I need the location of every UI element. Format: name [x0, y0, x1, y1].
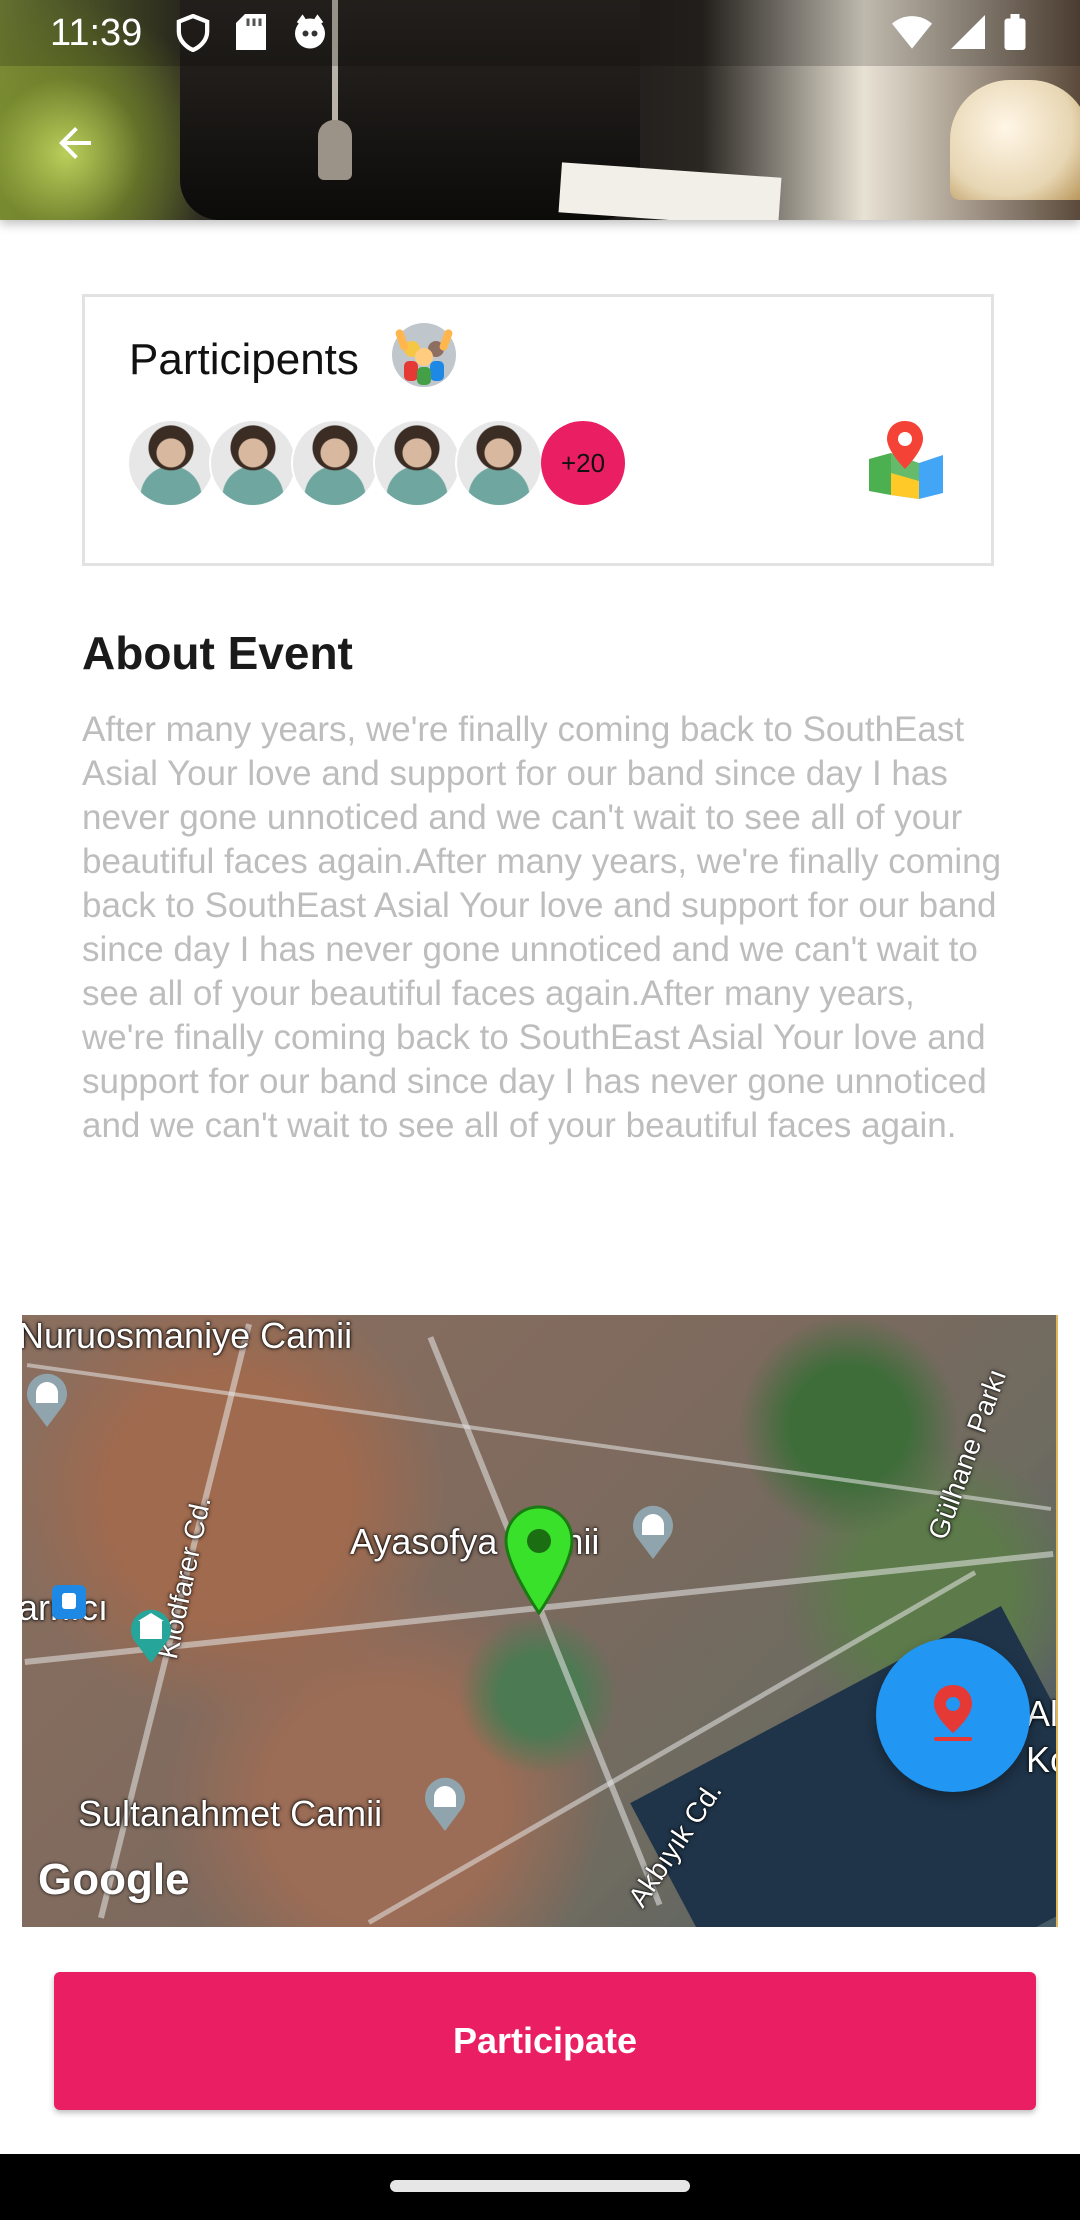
signal-icon	[950, 15, 986, 54]
mosque-marker-icon[interactable]	[628, 1501, 678, 1561]
mosque-marker-icon[interactable]	[420, 1773, 470, 1833]
participant-avatar[interactable]	[211, 421, 295, 505]
map-label: Gülhane Parkı	[922, 1364, 1013, 1544]
battery-icon	[1004, 14, 1026, 55]
about-event-title: About Event	[82, 627, 353, 679]
google-attribution: Google	[38, 1855, 190, 1904]
cat-icon	[292, 14, 328, 57]
location-pin-icon	[928, 1683, 978, 1748]
participant-avatar[interactable]	[293, 421, 377, 505]
system-navigation-bar	[0, 2154, 1080, 2220]
about-event-description: After many years, we're finally coming b…	[82, 710, 1002, 1145]
tram-marker-icon[interactable]	[52, 1585, 86, 1619]
mosque-marker-icon[interactable]	[22, 1369, 72, 1429]
status-time: 11:39	[50, 12, 143, 54]
header-image-paper	[558, 162, 782, 220]
participant-avatar[interactable]	[375, 421, 459, 505]
museum-marker-icon[interactable]	[126, 1605, 176, 1665]
shield-icon	[176, 13, 210, 57]
more-participants-badge[interactable]: +20	[541, 421, 625, 505]
map-road	[26, 1363, 1052, 1511]
map-label: Ko	[1026, 1739, 1056, 1780]
participants-title: Participents	[129, 335, 359, 384]
map-label: Nuruosmaniye Camii	[22, 1315, 353, 1356]
map-pin-icon[interactable]	[861, 419, 951, 499]
participant-avatar[interactable]	[129, 421, 213, 505]
home-indicator[interactable]	[390, 2180, 690, 2192]
party-people-icon	[390, 321, 458, 389]
map-label: Al	[1026, 1693, 1058, 1734]
header-image-cupcake	[950, 80, 1080, 200]
event-location-map[interactable]: Nuruosmaniye Camii Ayasofya Camii arnıcı…	[22, 1315, 1058, 1927]
status-bar: 11:39	[0, 0, 1080, 66]
my-location-fab[interactable]	[876, 1638, 1030, 1792]
back-button[interactable]	[40, 110, 110, 180]
wifi-icon	[892, 15, 932, 54]
participate-button[interactable]: Participate	[54, 1972, 1036, 2110]
sd-card-icon	[236, 14, 266, 57]
map-label: Sultanahmet Camii	[78, 1793, 383, 1834]
event-location-pin-icon[interactable]	[502, 1503, 576, 1616]
arrow-left-icon	[51, 119, 99, 172]
participants-card: Participents +20	[82, 294, 994, 566]
header-image-tassel-end	[318, 120, 352, 180]
participant-avatar[interactable]	[457, 421, 541, 505]
event-header-image: 11:39	[0, 0, 1080, 220]
